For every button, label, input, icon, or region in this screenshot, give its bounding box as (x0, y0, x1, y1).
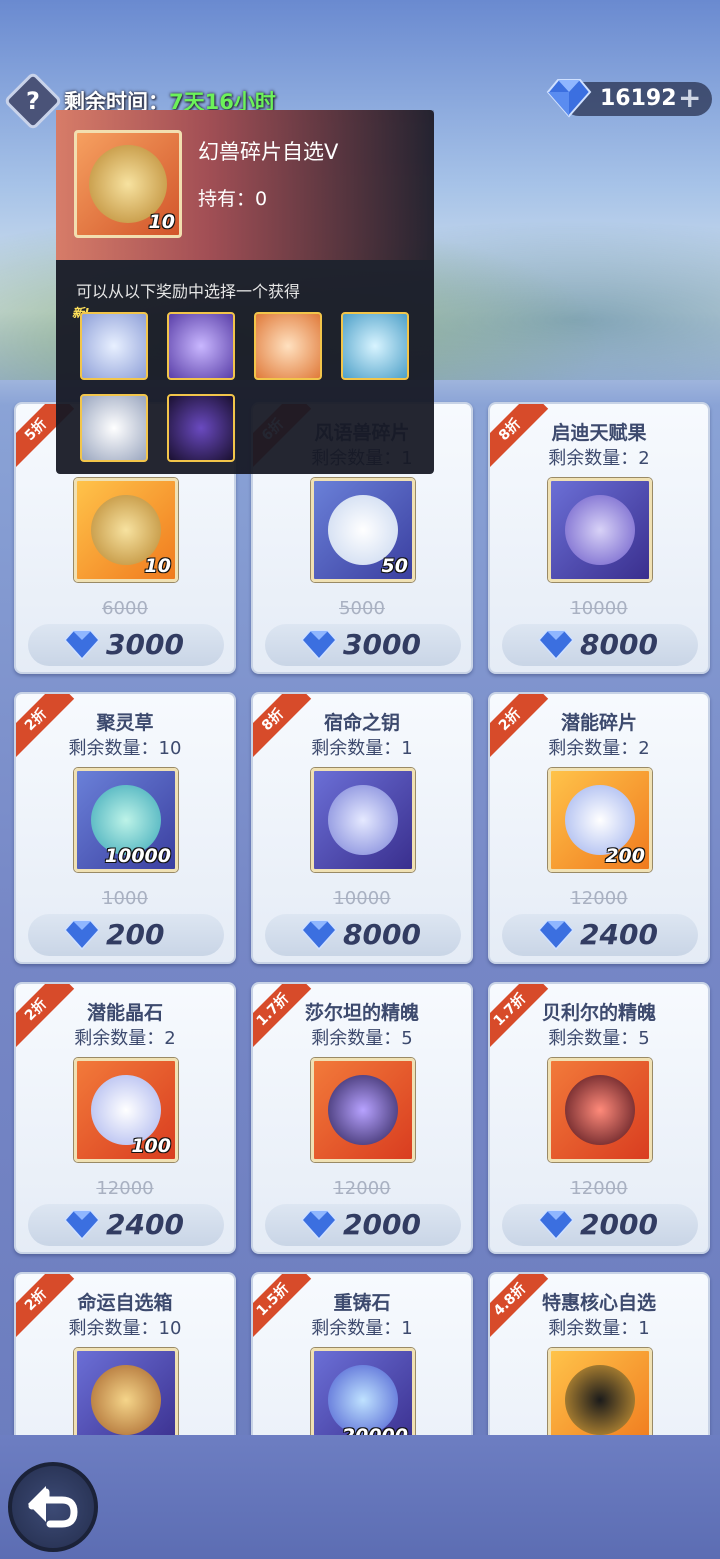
back-button[interactable] (8, 1462, 98, 1552)
item-remaining: 剩余数量：5 (311, 1028, 413, 1049)
buy-button[interactable]: 2000 (502, 1204, 698, 1246)
item-remaining: 剩余数量：1 (311, 1318, 413, 1339)
item-quantity: 50 (381, 555, 408, 577)
diamond-icon (538, 630, 574, 660)
original-price: 1000 (102, 888, 148, 909)
buy-button[interactable]: 3000 (28, 624, 224, 666)
shop-card[interactable]: 潜能晶石 剩余数量：2 100 12000 2400 2折 (14, 982, 236, 1254)
item-quantity: 100 (131, 1135, 171, 1157)
original-price: 10000 (570, 598, 628, 619)
item-remaining: 剩余数量：5 (548, 1028, 650, 1049)
item-icon (311, 1058, 415, 1162)
key-icon (328, 785, 398, 855)
tooltip-owned: 持有：0 (198, 188, 268, 210)
chest-icon (91, 1365, 161, 1435)
price: 3000 (343, 628, 421, 661)
item-icon (311, 768, 415, 872)
original-price: 12000 (96, 1178, 154, 1199)
diamond-icon (64, 1210, 100, 1240)
diamond-icon (301, 920, 337, 950)
buy-button[interactable]: 200 (28, 914, 224, 956)
fruit-icon (565, 495, 635, 565)
tooltip-item-icon: 10 (74, 130, 182, 238)
price: 2400 (580, 918, 658, 951)
add-gems-button[interactable]: + (678, 84, 701, 112)
shop-card[interactable]: 启迪天赋果 剩余数量：2 10000 8000 8折 (488, 402, 710, 674)
diamond-icon (538, 920, 574, 950)
original-price: 12000 (570, 888, 628, 909)
item-icon: 10 (74, 478, 178, 582)
buy-button[interactable]: 3000 (265, 624, 461, 666)
item-quantity: 200 (605, 845, 645, 867)
original-price: 10000 (333, 888, 391, 909)
buy-button[interactable]: 2000 (265, 1204, 461, 1246)
item-icon: 100 (74, 1058, 178, 1162)
gem-count: 16192 (600, 86, 677, 111)
item-remaining: 剩余数量：1 (311, 738, 413, 759)
owl-beast-icon[interactable] (80, 394, 148, 462)
item-remaining: 剩余数量：2 (74, 1028, 176, 1049)
diamond-icon (64, 920, 100, 950)
item-remaining: 剩余数量：10 (68, 738, 182, 759)
item-icon: 50 (311, 478, 415, 582)
original-price: 12000 (333, 1178, 391, 1199)
fox-beast-icon[interactable] (254, 312, 322, 380)
item-quantity: 10 (144, 555, 171, 577)
item-tooltip: 10 幻兽碎片自选V 持有：0 可以从以下奖励中选择一个获得 新! (56, 110, 434, 474)
diamond-icon (301, 1210, 337, 1240)
item-remaining: 剩余数量：2 (548, 738, 650, 759)
purple-beast-icon[interactable] (167, 312, 235, 380)
buy-button[interactable]: 2400 (502, 914, 698, 956)
core-card-icon (565, 1365, 635, 1435)
diamond-icon (301, 630, 337, 660)
buy-button[interactable]: 8000 (265, 914, 461, 956)
essence-orb-icon (328, 1075, 398, 1145)
bottom-bar (0, 1435, 720, 1559)
shadow-beast-icon[interactable] (167, 394, 235, 462)
price: 2400 (106, 1208, 184, 1241)
price: 200 (106, 918, 165, 951)
diamond-icon (538, 1210, 574, 1240)
shop-card[interactable]: 聚灵草 剩余数量：10 10000 1000 200 2折 (14, 692, 236, 964)
diamond-icon (546, 79, 592, 118)
white-beast-icon[interactable] (80, 312, 148, 380)
buy-button[interactable]: 8000 (502, 624, 698, 666)
item-icon (548, 1058, 652, 1162)
item-icon (548, 478, 652, 582)
item-icon: 10000 (74, 768, 178, 872)
question-icon: ? (26, 87, 40, 115)
price: 2000 (580, 1208, 658, 1241)
price: 2000 (343, 1208, 421, 1241)
shop-card[interactable]: 贝利尔的精魄 剩余数量：5 12000 2000 1.7折 (488, 982, 710, 1254)
item-quantity: 10 (148, 211, 175, 233)
price: 8000 (580, 628, 658, 661)
tooltip-title: 幻兽碎片自选V (198, 140, 339, 164)
item-quantity: 10000 (104, 845, 171, 867)
item-icon: 200 (548, 768, 652, 872)
diamond-icon (64, 630, 100, 660)
shop-card[interactable]: 潜能碎片 剩余数量：2 200 12000 2400 2折 (488, 692, 710, 964)
price: 3000 (106, 628, 184, 661)
dragon-beast-icon[interactable] (341, 312, 409, 380)
original-price: 12000 (570, 1178, 628, 1199)
original-price: 5000 (339, 598, 385, 619)
item-remaining: 剩余数量：1 (548, 1318, 650, 1339)
item-remaining: 剩余数量：2 (548, 448, 650, 469)
shop-card[interactable]: 宿命之钥 剩余数量：1 10000 8000 8折 (251, 692, 473, 964)
shop-card[interactable]: 莎尔坦的精魄 剩余数量：5 12000 2000 1.7折 (251, 982, 473, 1254)
essence-orb-icon (565, 1075, 635, 1145)
price: 8000 (343, 918, 421, 951)
buy-button[interactable]: 2400 (28, 1204, 224, 1246)
item-remaining: 剩余数量：10 (68, 1318, 182, 1339)
back-arrow-icon (28, 1486, 78, 1528)
original-price: 6000 (102, 598, 148, 619)
tooltip-description: 可以从以下奖励中选择一个获得 (76, 282, 301, 301)
